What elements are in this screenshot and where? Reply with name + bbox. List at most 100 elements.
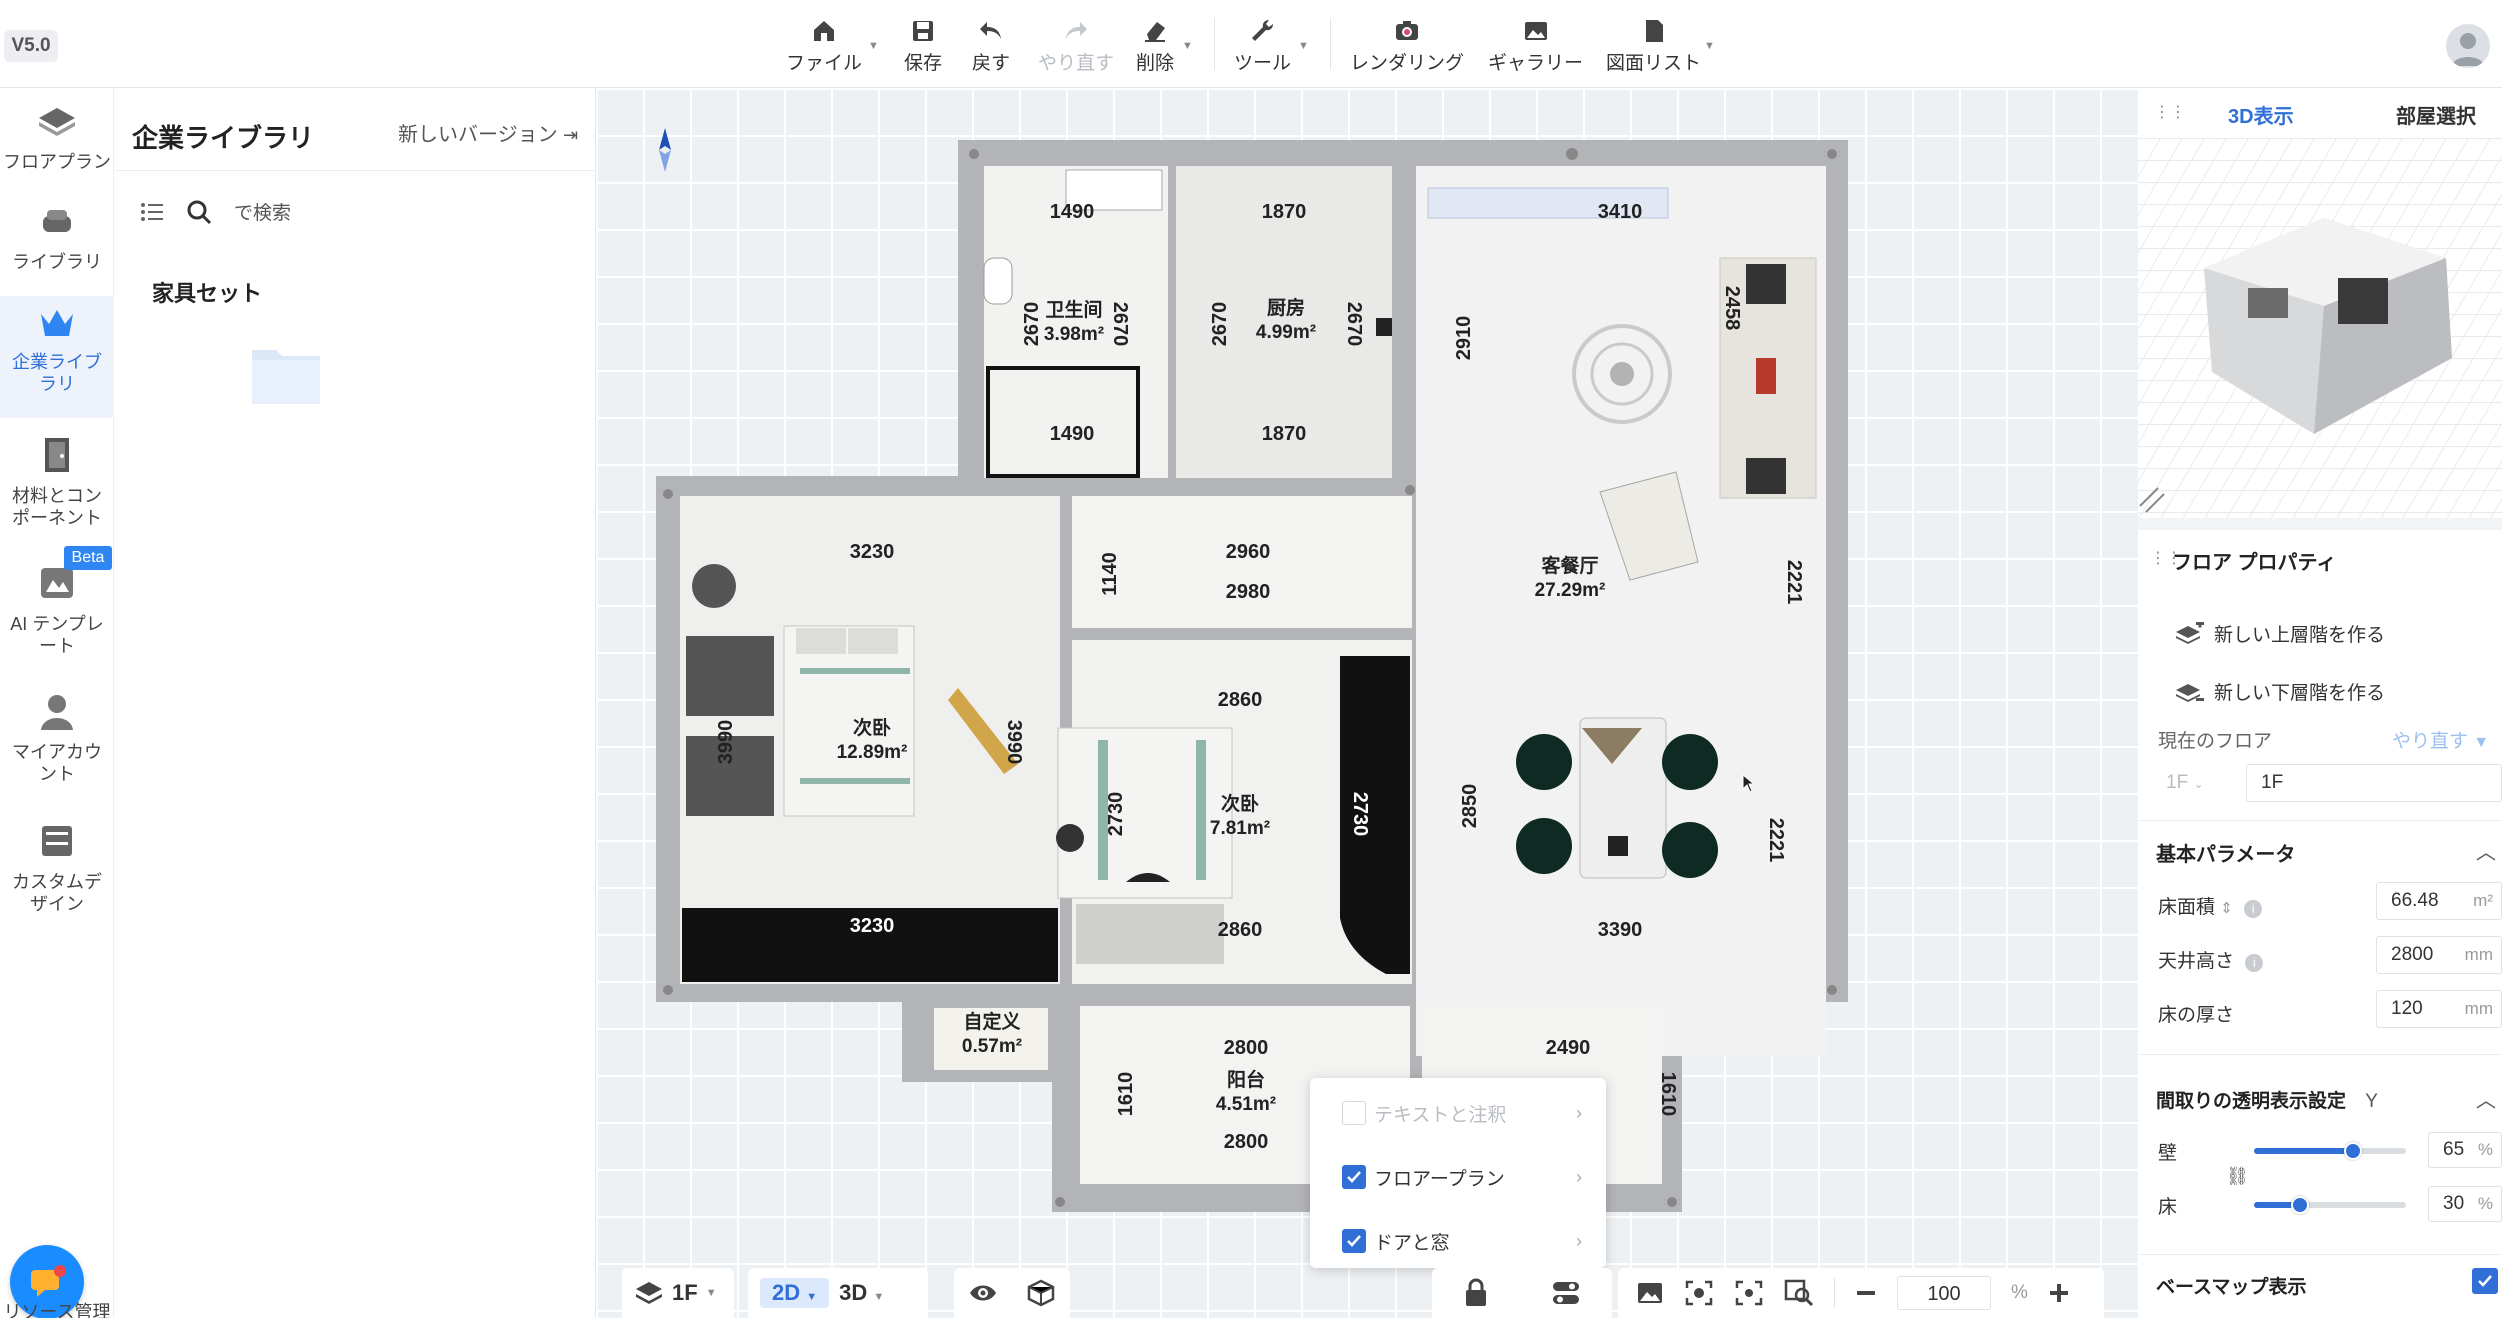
divider (114, 170, 596, 171)
settings-frame-icon[interactable] (1684, 1279, 1714, 1307)
toolbar-divider (1834, 1278, 1835, 1308)
lock-tools (1432, 1268, 1612, 1318)
save-button[interactable]: 保存 (904, 14, 942, 76)
link-icon[interactable]: ⛓ (2226, 1166, 2249, 1187)
floor-opacity-slider[interactable] (2254, 1196, 2406, 1214)
search-input[interactable]: で検索 (234, 198, 291, 225)
redo-button[interactable]: やり直す (1038, 14, 1114, 76)
floor-area-label: 床面積 ⇕ i (2158, 892, 2263, 919)
popup-item-text-annotations[interactable]: テキストと注釈 › (1342, 1096, 1582, 1130)
new-upper-floor-button[interactable]: 新しい上層階を作る (2176, 620, 2385, 647)
zoom-area-icon[interactable] (1784, 1279, 1814, 1307)
rail-item-ai-template[interactable]: AI テンプレート (0, 564, 114, 664)
render-button[interactable]: レンダリング (1350, 14, 1464, 76)
gallery-button[interactable]: ギャラリー (1488, 14, 1583, 76)
drag-handle-icon[interactable]: ⋮⋮ (2154, 102, 2186, 122)
file-menu-button[interactable]: ファイル (786, 14, 862, 76)
list-icon[interactable] (140, 201, 164, 223)
dimension-label: 2800 (1224, 1131, 1269, 1153)
chevron-down-icon[interactable]: ▼ (1182, 40, 1193, 52)
sort-icon[interactable]: ⇕ (2220, 900, 2233, 917)
current-floor-label: 現在のフロア (2158, 731, 2273, 752)
ceiling-height-input[interactable]: 2800 mm (2376, 936, 2502, 974)
chevron-up-icon[interactable]: ︿ (2476, 1084, 2496, 1113)
info-icon[interactable]: i (2245, 954, 2264, 972)
version-badge: V5.0 (4, 30, 58, 62)
floor-name-input[interactable]: 1F (2246, 764, 2502, 802)
redo-floor-link[interactable]: やり直す ▼ (2392, 726, 2489, 753)
dimension-label: 3990 (715, 720, 737, 765)
view-2d-button[interactable]: 2D ▼ (760, 1278, 830, 1308)
zoom-unit: % (2011, 1282, 2028, 1303)
checkbox[interactable] (1342, 1229, 1366, 1253)
checkbox[interactable] (1342, 1101, 1366, 1125)
room-area: 4.51m² (1216, 1094, 1276, 1115)
wrench-icon (1249, 14, 1277, 48)
rail-item-floorplan[interactable]: フロアプラン (0, 106, 114, 186)
rail-item-library[interactable]: ライブラリ (0, 206, 114, 286)
dimension-label: 2860 (1218, 689, 1263, 711)
library-title: 企業ライブラリ (132, 123, 315, 153)
floor-thickness-input[interactable]: 120 mm (2376, 990, 2502, 1028)
chevron-down-icon: ⌄ (2193, 777, 2204, 791)
slider-handle[interactable] (2343, 1142, 2362, 1160)
info-icon[interactable]: i (2244, 900, 2263, 918)
room-label: 自定义 (963, 1010, 1020, 1033)
undo-button[interactable]: 戻す (972, 14, 1010, 76)
floor-opacity-input[interactable]: 30% (2428, 1186, 2502, 1222)
redo-icon (1062, 14, 1090, 48)
dimension-label: 2490 (1546, 1037, 1591, 1059)
room-label: 次卧 (853, 716, 891, 739)
slider-handle[interactable] (2290, 1196, 2309, 1214)
new-version-link[interactable]: 新しいバージョン ⇥ (398, 118, 578, 147)
rail-item-materials[interactable]: 材料とコンポーネント (0, 436, 114, 536)
popup-item-floorplan[interactable]: フロアープラン › (1342, 1160, 1582, 1194)
dimension-label: 3390 (1598, 919, 1643, 941)
rail-item-enterprise-library[interactable]: 企業ライブラリ (0, 296, 114, 418)
tab-3d-view[interactable]: 3D表示 (2228, 100, 2294, 129)
rail-item-custom-design[interactable]: カスタムデザイン (0, 822, 114, 922)
eye-icon[interactable] (968, 1282, 998, 1304)
layer-add-icon (2176, 621, 2204, 644)
fit-view-icon[interactable] (1734, 1279, 1764, 1307)
chevron-down-icon[interactable]: ▼ (1704, 40, 1715, 52)
left-rail: フロアプラン ライブラリ 企業ライブラリ 材料とコンポーネント AI テンプレー… (0, 88, 114, 1318)
new-lower-floor-button[interactable]: 新しい下層階を作る (2176, 678, 2385, 705)
folder-icon[interactable] (250, 344, 322, 411)
checkbox[interactable] (1342, 1165, 1366, 1189)
floor-select[interactable]: 1F ⌄ (2166, 764, 2250, 802)
lock-icon[interactable] (1463, 1278, 1489, 1308)
dimension-label: 1140 (1099, 552, 1121, 595)
wall-opacity-slider[interactable] (2254, 1142, 2406, 1160)
basemap-label: ベースマップ表示 (2156, 1277, 2307, 1298)
dimension-label: 1870 (1262, 423, 1307, 445)
zoom-input[interactable]: 100 (1897, 1276, 1991, 1310)
drawings-list-button[interactable]: 図面リスト (1606, 14, 1701, 76)
delete-button[interactable]: 削除 (1136, 14, 1174, 76)
view-3d-button[interactable]: 3D ▼ (839, 1280, 884, 1306)
tab-room-select[interactable]: 部屋選択 (2396, 100, 2476, 129)
popup-item-doors-windows[interactable]: ドアと窓 › (1342, 1224, 1582, 1258)
dimension-label: 2221 (1783, 560, 1805, 605)
floor-area-input[interactable]: 66.48 m² (2376, 882, 2502, 920)
chevron-up-icon[interactable]: ︿ (2476, 836, 2496, 865)
chevron-down-icon[interactable]: ▼ (868, 40, 879, 52)
toggle-settings-icon[interactable] (1551, 1279, 1581, 1307)
3d-preview[interactable] (2138, 138, 2502, 518)
zoom-out-icon[interactable] (1855, 1282, 1877, 1304)
undo-icon (977, 14, 1005, 48)
save-icon (910, 14, 936, 48)
wall-opacity-input[interactable]: 65% (2428, 1132, 2502, 1168)
cube-icon[interactable] (1026, 1279, 1056, 1307)
dimension-label: 2670 (1021, 302, 1043, 347)
library-search[interactable]: で検索 (140, 198, 291, 225)
image-icon[interactable] (1636, 1281, 1664, 1305)
search-icon[interactable] (186, 199, 212, 225)
avatar[interactable] (2446, 24, 2490, 68)
floor-selector[interactable]: 1F ▼ (622, 1268, 734, 1318)
basemap-checkbox[interactable] (2472, 1268, 2498, 1294)
rail-item-my-account[interactable]: マイアカウント (0, 692, 114, 792)
zoom-in-icon[interactable] (2048, 1282, 2070, 1304)
chevron-down-icon[interactable]: ▼ (1298, 40, 1309, 52)
tools-button[interactable]: ツール (1234, 14, 1291, 76)
